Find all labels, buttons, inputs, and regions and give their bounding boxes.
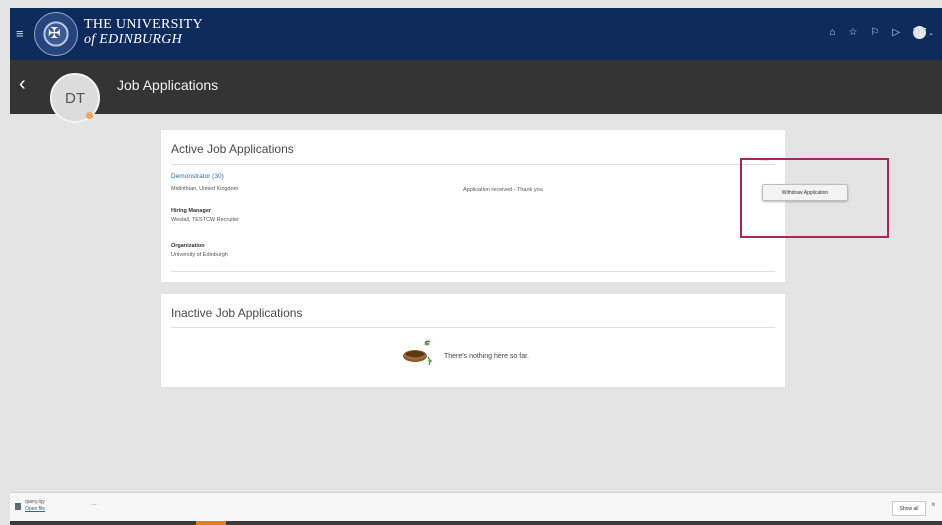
job-location: Midlothian, United Kingdom: [171, 186, 239, 192]
page-title-bar: ‹ Job Applications: [10, 60, 942, 114]
organization-value: University of Edinburgh: [171, 252, 228, 258]
home-icon[interactable]: ⌂: [829, 27, 835, 38]
file-icon: [15, 503, 21, 510]
active-applications-heading: Active Job Applications: [171, 142, 294, 156]
avatar-status-dot: [86, 112, 93, 119]
menu-icon[interactable]: ≡: [16, 26, 24, 41]
star-icon[interactable]: ☆: [848, 27, 857, 38]
active-applications-panel: Active Job Applications Demonstrator (30…: [161, 130, 848, 282]
show-all-button[interactable]: Show all: [892, 501, 926, 516]
hiring-manager-label: Hiring Manager: [171, 208, 212, 214]
hiring-manager-value: Westall, TESTCW Recruiter: [171, 217, 239, 223]
taskbar-edge: [10, 521, 942, 525]
divider: [171, 327, 775, 328]
divider: [171, 271, 775, 272]
header-icons: ⌂ ☆ ⚐ ▷ DT ⌄: [829, 26, 934, 39]
back-arrow-icon[interactable]: ‹: [19, 73, 26, 96]
flag-icon[interactable]: ⚐: [870, 27, 879, 38]
university-header: ≡ ✠ THE UNIVERSITY of EDINBURGH ⌂ ☆ ⚐ ▷ …: [10, 8, 942, 60]
university-name-line1: THE UNIVERSITY: [84, 17, 203, 32]
university-name[interactable]: THE UNIVERSITY of EDINBURGH: [84, 17, 203, 47]
user-avatar[interactable]: DT: [913, 26, 926, 39]
taskbar-accent: [196, 521, 226, 525]
notifications-icon[interactable]: ▷: [892, 27, 900, 38]
chevron-down-icon[interactable]: ⌄: [928, 29, 934, 37]
download-more-button[interactable]: ...: [91, 500, 97, 507]
divider: [171, 164, 775, 165]
inactive-applications-heading: Inactive Job Applications: [171, 306, 303, 320]
close-icon[interactable]: ×: [931, 500, 936, 509]
open-file-link[interactable]: Open file: [25, 506, 45, 512]
application-status: Application received - Thank you: [463, 187, 543, 193]
inactive-applications-panel: Inactive Job Applications There's nothin…: [161, 294, 785, 387]
download-file-name[interactable]: query.lqy: [25, 499, 45, 505]
organization-label: Organization: [171, 243, 205, 249]
empty-nest-icon: [403, 340, 432, 366]
download-bar: query.lqy Open file ... Show all ×: [10, 492, 942, 522]
university-crest-logo[interactable]: ✠: [34, 12, 78, 56]
empty-state-message: There's nothing here so far.: [444, 353, 529, 360]
page-title: Job Applications: [117, 77, 219, 93]
job-title-link[interactable]: Demonstrator (30): [171, 173, 224, 180]
university-name-line2: of EDINBURGH: [84, 32, 183, 47]
highlight-box: [740, 158, 889, 238]
